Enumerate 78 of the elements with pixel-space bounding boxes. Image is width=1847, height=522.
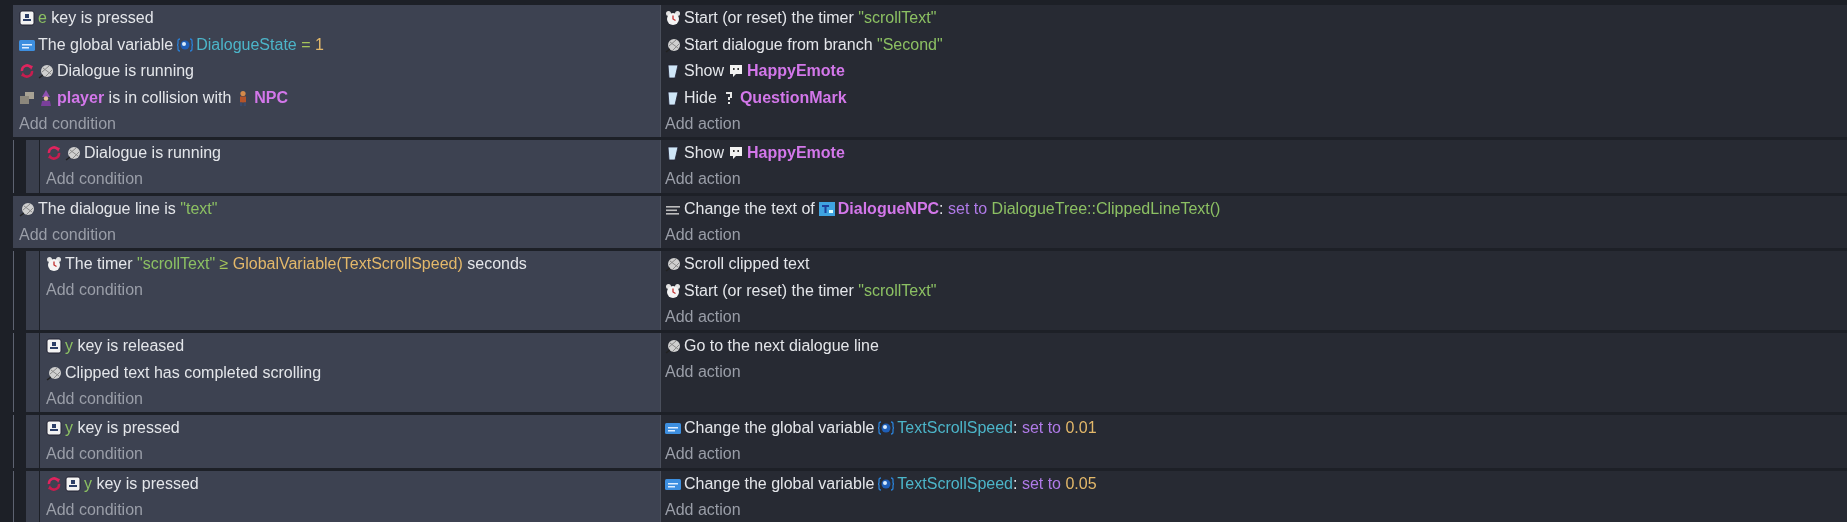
condition-text: y key is pressed xyxy=(65,419,180,438)
add-action-link[interactable]: Add action xyxy=(665,359,741,385)
variable-icon xyxy=(665,420,681,437)
add-action-link[interactable]: Add action xyxy=(665,304,741,329)
yarn-ball-icon xyxy=(665,36,681,53)
collision-icon xyxy=(19,89,35,106)
condition-text: Dialogue is running xyxy=(57,62,194,81)
condition-text: e key is pressed xyxy=(38,9,154,28)
condition-text: NPC xyxy=(254,88,289,107)
add-condition-link[interactable]: Add condition xyxy=(46,166,143,192)
repeat-icon xyxy=(46,475,62,492)
condition-text: Dialogue is running xyxy=(84,144,221,163)
globe-icon xyxy=(878,420,895,437)
action-text: TextScrollSpeed: set to 0.05 xyxy=(897,474,1097,493)
event-strip[interactable] xyxy=(26,333,39,412)
action-text: TextScrollSpeed: set to 0.01 xyxy=(897,419,1097,438)
action-text: QuestionMark xyxy=(739,88,847,107)
wizard-icon xyxy=(38,89,54,106)
yarn-ball-icon xyxy=(19,200,35,217)
visibility-icon xyxy=(665,145,681,162)
action-text: Start (or reset) the timer "scrollText" xyxy=(684,9,937,28)
action-text: Start dialogue from branch "Second" xyxy=(684,35,943,54)
yarn-ball-icon xyxy=(38,63,54,80)
add-condition-link[interactable]: Add condition xyxy=(46,441,143,467)
condition-text: y key is released xyxy=(65,337,185,356)
action-text: Change the text of xyxy=(684,199,815,218)
action-text: Show xyxy=(684,144,725,163)
alarm-clock-icon xyxy=(665,10,681,27)
yarn-ball-icon xyxy=(65,145,81,162)
speech-bubble-icon xyxy=(728,63,745,80)
add-condition-link[interactable]: Add condition xyxy=(46,277,143,303)
condition-text: player is in collision with xyxy=(57,88,232,107)
action-text: HappyEmote xyxy=(747,144,845,163)
event-strip[interactable] xyxy=(26,140,39,193)
event-strip[interactable] xyxy=(26,251,39,330)
condition-text: The global variable xyxy=(38,35,174,54)
action-text: HappyEmote xyxy=(747,62,845,81)
add-condition-link[interactable]: Add condition xyxy=(46,386,143,411)
key-icon xyxy=(46,420,62,437)
yarn-ball-icon xyxy=(46,364,62,381)
condition-text: The timer "scrollText" ≥ GlobalVariable(TextScrollSpeed) seconds xyxy=(65,255,527,274)
text-object-icon xyxy=(818,200,835,217)
action-text: Start (or reset) the timer "scrollText" xyxy=(684,281,937,300)
globe-icon xyxy=(878,475,895,492)
action-text: Show xyxy=(684,62,725,81)
alarm-clock-icon xyxy=(665,282,681,299)
add-action-link[interactable]: Add action xyxy=(665,222,741,247)
add-condition-link[interactable]: Add condition xyxy=(46,497,143,522)
action-text: Change the global variable xyxy=(684,474,875,493)
repeat-icon xyxy=(46,145,62,162)
action-text: Hide xyxy=(684,88,717,107)
yarn-ball-icon xyxy=(665,256,681,273)
visibility-icon xyxy=(665,63,681,80)
add-action-link[interactable]: Add action xyxy=(665,111,741,136)
event-strip[interactable] xyxy=(26,415,39,468)
add-condition-link[interactable]: Add condition xyxy=(19,111,116,136)
add-action-link[interactable]: Add action xyxy=(665,497,741,522)
condition-text: Clipped text has completed scrolling xyxy=(65,363,322,382)
event-strip[interactable] xyxy=(26,470,39,522)
yarn-ball-icon xyxy=(665,338,681,355)
alarm-clock-icon xyxy=(46,256,62,273)
speech-bubble-icon xyxy=(728,145,745,162)
add-condition-link[interactable]: Add condition xyxy=(19,222,116,247)
action-text: Go to the next dialogue line xyxy=(684,337,879,356)
visibility-icon xyxy=(665,89,681,106)
key-icon xyxy=(19,10,35,27)
key-icon xyxy=(46,338,62,355)
action-text: Change the global variable xyxy=(684,419,875,438)
condition-text: DialogueState = 1 xyxy=(196,35,324,54)
condition-text: y key is pressed xyxy=(84,474,199,493)
add-action-link[interactable]: Add action xyxy=(665,441,741,467)
action-text: DialogueNPC: set to DialogueTree::ClippedLineText() xyxy=(837,199,1221,218)
add-action-link[interactable]: Add action xyxy=(665,166,741,192)
condition-text: The dialogue line is "text" xyxy=(38,199,218,218)
repeat-icon xyxy=(19,63,35,80)
globe-icon xyxy=(177,36,194,53)
key-icon xyxy=(65,475,81,492)
action-text: Scroll clipped text xyxy=(684,255,810,274)
